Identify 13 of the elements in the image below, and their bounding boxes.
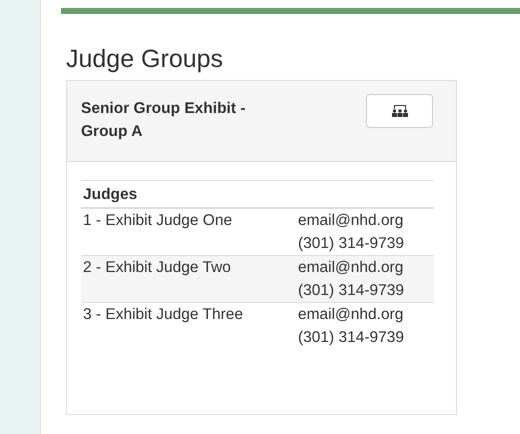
table-cell: 2 - Exhibit Judge Two <box>81 256 296 302</box>
hierarchy-button[interactable] <box>366 94 433 128</box>
table-cell: 3 - Exhibit Judge Three <box>81 302 296 349</box>
column-header: Judges <box>81 180 434 208</box>
page-title: Judge Groups <box>66 44 224 74</box>
table-cell-text: email@nhd.org <box>298 305 404 325</box>
hierarchy-icon <box>392 105 408 117</box>
table-cell-text: email@nhd.org <box>298 211 404 231</box>
table-cell-text: (301) 314-9739 <box>298 328 405 348</box>
table-cell-text: (301) 314-9739 <box>298 281 405 301</box>
table-cell-text: (301) 314-9739 <box>298 234 405 254</box>
table-cell-text: email@nhd.org <box>298 258 404 278</box>
panel-title: Senior Group Exhibit - Group A <box>81 99 246 142</box>
